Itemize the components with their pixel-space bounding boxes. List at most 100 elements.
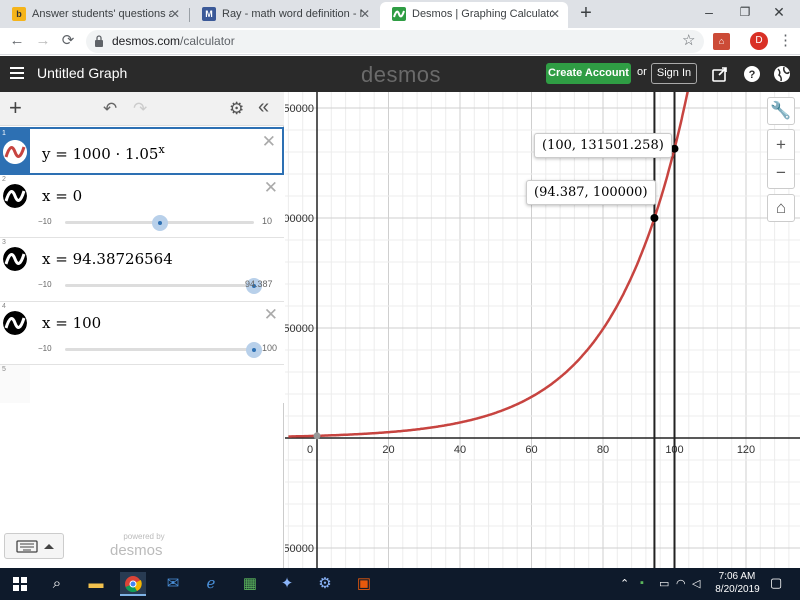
bookmark-star-icon[interactable]: ☆ (682, 31, 695, 49)
file-explorer-icon[interactable]: ▬ (83, 572, 109, 596)
expression-row[interactable]: 2 x = 0 ✕ −10 10 (0, 175, 284, 238)
chevron-up-icon[interactable]: ⌃ (620, 577, 629, 590)
slider-track[interactable] (65, 348, 254, 351)
profile-avatar[interactable]: D (750, 32, 768, 50)
expression-row-empty[interactable]: 5 (0, 365, 284, 403)
delete-expression-icon[interactable]: ✕ (264, 306, 278, 323)
expression-formula[interactable]: x = 94.38726564 (42, 250, 173, 268)
create-account-button[interactable]: Create Account (546, 63, 631, 84)
browser-tab-active[interactable]: Desmos | Graphing Calculator ✕ (380, 2, 568, 28)
graph-canvas[interactable]: 0 20 40 60 80 100 120 150000 100000 50000 -50000 (285, 92, 800, 568)
wrench-icon[interactable]: 🔧 (767, 97, 795, 125)
volume-icon[interactable]: ◁ (692, 577, 700, 590)
new-tab-button[interactable]: + (574, 2, 598, 26)
browser-menu-icon[interactable]: ⋮ (778, 31, 793, 49)
app-icon[interactable]: ▦ (237, 572, 263, 596)
close-window-button[interactable]: ✕ (756, 0, 800, 26)
slider-track[interactable] (65, 284, 254, 287)
graph-title[interactable]: Untitled Graph (37, 65, 127, 81)
back-button[interactable]: ← (7, 32, 27, 52)
add-expression-button[interactable]: + (9, 96, 22, 120)
clock-date[interactable]: 8/20/2019 (710, 584, 765, 595)
address-bar[interactable]: desmos.com/calculator (86, 30, 704, 53)
forward-button[interactable]: → (33, 32, 53, 52)
search-icon[interactable]: ⌕ (44, 572, 70, 596)
windows-taskbar: ⌕ ▬ ✉ ℯ ▦ ✦ ⚙ ▣ ⌃ ▪ ▭ ◠ ◁ 7:06 AM 8/20/2… (0, 568, 800, 600)
slider-handle[interactable] (246, 342, 262, 358)
expression-formula[interactable]: x = 0 (42, 187, 82, 205)
url-text: desmos.com/calculator (112, 34, 235, 48)
expression-gutter: 4 (0, 302, 30, 364)
clock-time[interactable]: 7:06 AM (717, 571, 757, 582)
x-tick-label: 80 (597, 444, 609, 456)
x-tick-label: 40 (454, 444, 466, 456)
curve-color-icon[interactable] (3, 311, 27, 335)
keyboard-icon (16, 540, 54, 553)
collapse-panel-icon[interactable]: « (258, 96, 269, 119)
app-icon[interactable]: ✦ (274, 572, 300, 596)
settings-gear-icon[interactable]: ⚙ (229, 99, 244, 119)
zoom-out-button[interactable]: − (768, 159, 794, 186)
x-tick-label: 20 (382, 444, 394, 456)
slider-max[interactable]: 10 (262, 216, 272, 226)
slider-min[interactable]: −10 (38, 344, 52, 353)
reload-button[interactable]: ⟳ (58, 32, 78, 52)
browser-tab[interactable]: M Ray - math word definition - Mat ✕ (190, 2, 378, 28)
close-icon[interactable]: ✕ (550, 2, 560, 26)
close-icon[interactable]: ✕ (360, 2, 370, 26)
slider-min[interactable]: −10 (38, 217, 52, 226)
expression-formula[interactable]: y = 1000 · 1.05x (42, 143, 165, 163)
x-tick-label: 120 (737, 444, 755, 456)
keyboard-toggle-button[interactable] (4, 533, 64, 559)
zoom-in-button[interactable]: + (768, 132, 794, 159)
slider-max[interactable]: 100 (262, 343, 277, 353)
sign-in-button[interactable]: Sign In (651, 63, 697, 84)
expression-panel: + ↶ ↷ ⚙ « 1 y = 1000 · 1.05x ✕ 2 x = 0 ✕… (0, 92, 284, 568)
desmos-header: Untitled Graph desmos Create Account or … (0, 56, 800, 92)
tray-app-icon[interactable]: ▪ (640, 577, 644, 589)
expression-row[interactable]: 1 y = 1000 · 1.05x ✕ (0, 127, 284, 175)
expression-number: 1 (2, 130, 6, 137)
undo-icon[interactable]: ↶ (103, 99, 117, 119)
chrome-icon[interactable] (120, 572, 146, 596)
x-tick-label: 100 (665, 444, 683, 456)
redo-icon[interactable]: ↷ (133, 99, 147, 119)
slider-handle[interactable] (151, 215, 168, 231)
close-icon[interactable]: ✕ (170, 2, 180, 26)
slider-min[interactable]: −10 (38, 280, 52, 289)
browser-tab[interactable]: b Answer students' questions and h ✕ (0, 2, 188, 28)
app-icon[interactable]: ⚙ (312, 572, 338, 596)
battery-icon[interactable]: ▭ (659, 577, 669, 590)
expression-row[interactable]: 3 x = 94.38726564 −10 94.387 (0, 238, 284, 302)
curve-color-icon[interactable] (3, 247, 27, 271)
edge-icon[interactable]: ℯ (198, 572, 224, 596)
curve-color-icon[interactable] (3, 140, 27, 164)
pdf-extension-icon[interactable]: ⌂ (713, 33, 730, 50)
curve-color-icon[interactable] (3, 184, 27, 208)
expression-formula[interactable]: x = 100 (42, 314, 101, 332)
globe-icon[interactable] (773, 65, 791, 83)
help-icon[interactable]: ? (743, 65, 761, 83)
lock-icon (95, 35, 103, 47)
graph-paper[interactable]: 0 20 40 60 80 100 120 150000 100000 50000 -50000 (… (285, 92, 800, 568)
outlook-icon[interactable]: ✉ (160, 572, 186, 596)
y-tick-label: 100000 (285, 213, 314, 225)
url-domain: desmos.com (112, 34, 181, 48)
y-tick-label: 150000 (285, 103, 314, 115)
point-label[interactable]: (94.387, 100000) (526, 180, 656, 205)
windows-start-icon[interactable] (7, 572, 33, 596)
notifications-icon[interactable]: ▢ (770, 575, 782, 591)
point-label[interactable]: (100, 131501.258) (534, 133, 672, 158)
hamburger-menu-icon[interactable] (10, 67, 24, 79)
tab-label: Ray - math word definition - Mat (222, 8, 362, 20)
delete-expression-icon[interactable]: ✕ (262, 133, 276, 150)
app-icon[interactable]: ▣ (351, 572, 377, 596)
brainly-icon: b (12, 7, 26, 21)
share-icon[interactable] (711, 65, 729, 83)
wifi-icon[interactable]: ◠ (676, 577, 686, 590)
delete-expression-icon[interactable]: ✕ (264, 179, 278, 196)
home-icon[interactable]: ⌂ (767, 194, 795, 222)
expression-row[interactable]: 4 x = 100 ✕ −10 100 (0, 302, 284, 365)
expression-gutter: 5 (0, 365, 30, 403)
slider-max[interactable]: 94.387 (245, 279, 273, 289)
